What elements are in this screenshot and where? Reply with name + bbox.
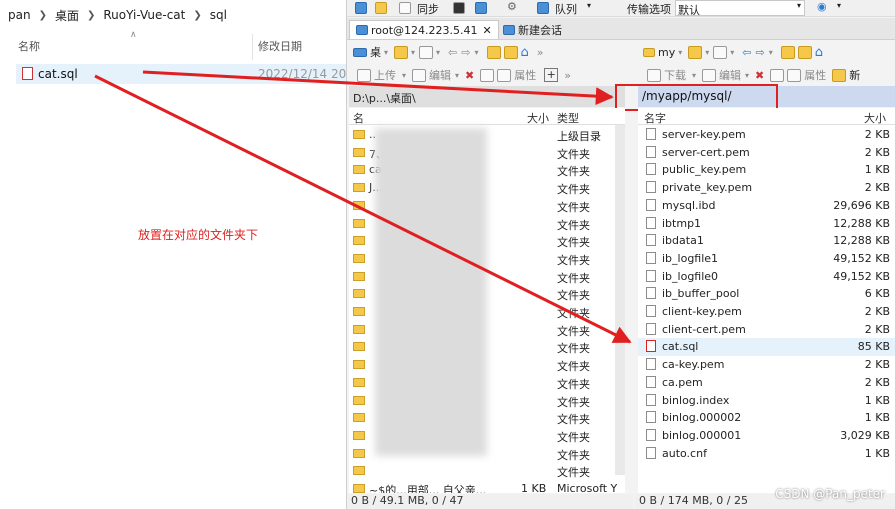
annotation-arrows [94,70,632,344]
screenshot-root: pan ❯ 桌面 ❯ RuoYi-Vue-cat ❯ sql 名称 ∧ 修改日期 ca… [0,0,895,509]
arrow-to-file [94,74,632,344]
watermark: CSDN @Pan_peter [775,487,885,501]
arrow-to-path [142,70,614,106]
